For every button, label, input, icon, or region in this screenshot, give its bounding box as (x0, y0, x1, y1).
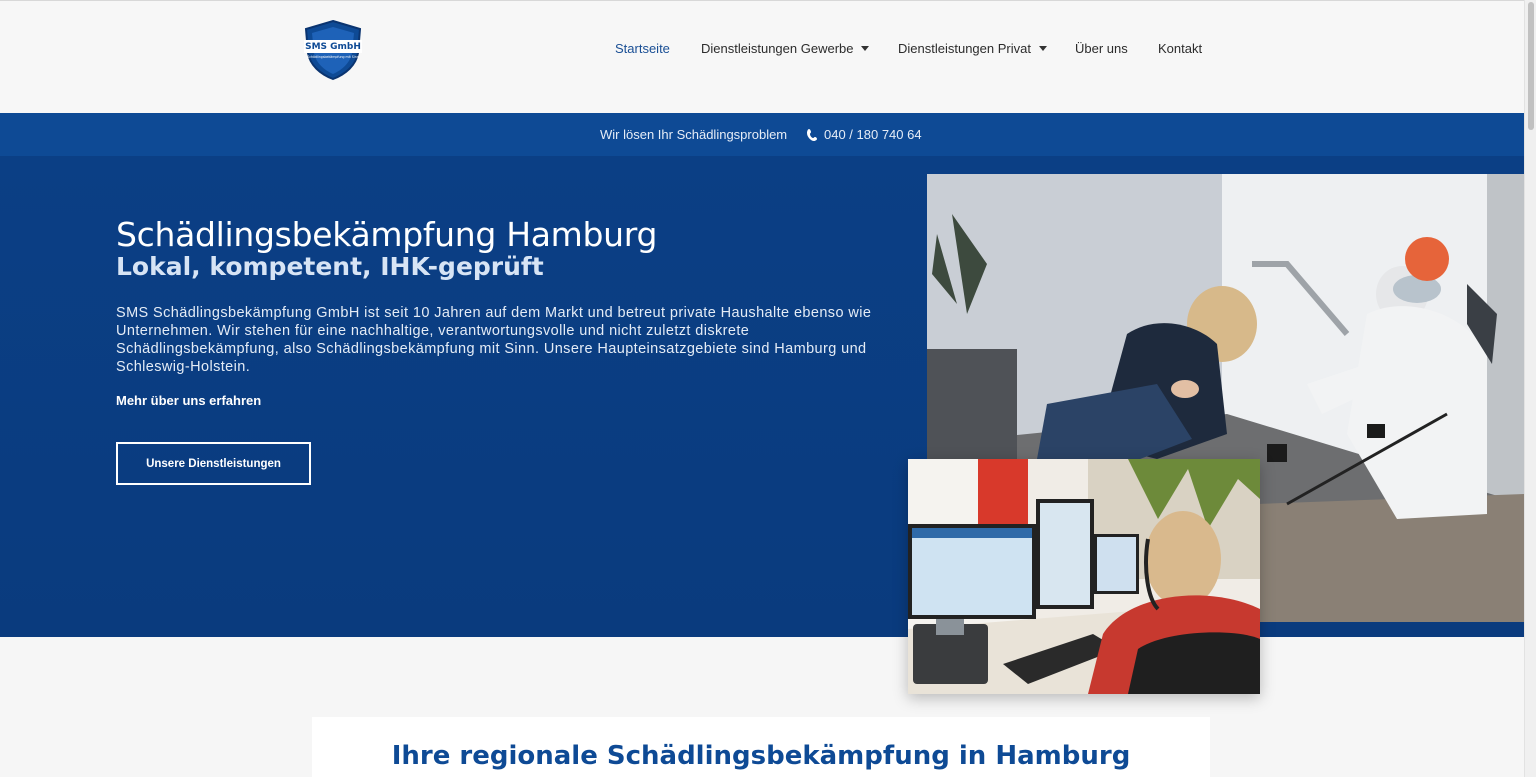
hero-description: SMS Schädlingsbekämpfung GmbH ist seit 1… (116, 305, 872, 375)
svg-text:Schädlingsbekämpfung mit Sinn: Schädlingsbekämpfung mit Sinn (307, 55, 359, 59)
phone-link[interactable]: 040 / 180 740 64 (806, 127, 922, 142)
intro-section: Ihre regionale Schädlingsbekämpfung in H… (312, 717, 1210, 777)
caret-down-icon (1038, 46, 1047, 51)
nav-label: Dienstleistungen Privat (898, 41, 1031, 56)
phone-icon (807, 128, 817, 141)
nav-ueber-uns[interactable]: Über uns (1075, 41, 1128, 56)
caret-down-icon (861, 46, 870, 51)
nav-label: Dienstleistungen Gewerbe (701, 41, 854, 56)
svg-text:SMS GmbH: SMS GmbH (305, 42, 361, 52)
about-link[interactable]: Mehr über uns erfahren (116, 393, 261, 408)
nav-label: Startseite (615, 41, 670, 56)
nav-startseite[interactable]: Startseite (615, 41, 670, 56)
nav-label: Über uns (1075, 41, 1128, 56)
tagline: Wir lösen Ihr Schädlingsproblem (600, 127, 788, 142)
phone-number: 040 / 180 740 64 (824, 127, 922, 142)
site-header: SMS GmbH Schädlingsbekämpfung mit Sinn S… (0, 0, 1524, 113)
section-title: Ihre regionale Schädlingsbekämpfung in H… (391, 741, 1131, 771)
scrollbar-thumb[interactable] (1528, 2, 1534, 130)
photo-call-center (908, 459, 1260, 694)
nav-label: Kontakt (1158, 41, 1203, 56)
hero-subtitle: Lokal, kompetent, IHK-geprüft (116, 252, 544, 281)
company-logo[interactable]: SMS GmbH Schädlingsbekämpfung mit Sinn (302, 19, 364, 81)
hero-title: Schädlingsbekämpfung Hamburg (116, 215, 658, 254)
nav-dienstleistungen-gewerbe[interactable]: Dienstleistungen Gewerbe (701, 41, 870, 56)
services-button[interactable]: Unsere Dienstleistungen (116, 442, 311, 485)
contact-bar: Wir lösen Ihr Schädlingsproblem 040 / 18… (0, 113, 1524, 156)
nav-dienstleistungen-privat[interactable]: Dienstleistungen Privat (898, 41, 1047, 56)
nav-kontakt[interactable]: Kontakt (1158, 41, 1202, 56)
page-scrollbar[interactable] (1524, 0, 1536, 777)
